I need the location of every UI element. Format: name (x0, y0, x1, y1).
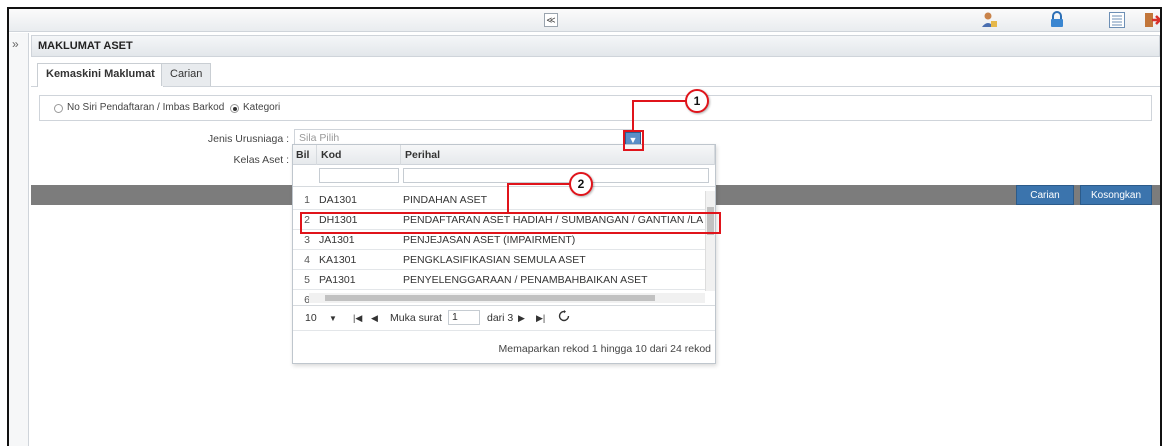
first-page-icon[interactable]: |◀ (353, 313, 362, 324)
callout-2-connector-horizontal (507, 183, 571, 185)
jenis-urusniaga-label: Jenis Urusniaga : (207, 133, 289, 145)
cell-perihal: PINDAHAN ASET (403, 194, 488, 206)
kosongkan-button[interactable]: Kosongkan (1080, 185, 1152, 205)
cell-bil: 5 (304, 274, 310, 286)
lock-icon[interactable] (1048, 11, 1066, 29)
page-total-label: dari 3 (487, 312, 514, 324)
horizontal-scroll-thumb[interactable] (325, 295, 655, 301)
cell-bil: 4 (304, 254, 310, 266)
cell-perihal: PENGKLASIFIKASIAN SEMULA ASET (403, 254, 586, 266)
radio-no-siri-label: No Siri Pendaftaran / Imbas Barkod (67, 102, 225, 113)
callout-1-connector-horizontal (632, 100, 687, 102)
cell-kod: DA1301 (319, 194, 357, 206)
cell-kod: PA1301 (319, 274, 356, 286)
perihal-filter-input[interactable] (403, 168, 709, 183)
grid-body: 1 DA1301 PINDAHAN ASET 2 DH1301 PENDAFTA… (293, 191, 705, 303)
table-row[interactable]: 1 DA1301 PINDAHAN ASET (293, 191, 705, 210)
jenis-urusniaga-dropdown-grid: Bil Kod Perihal 1 DA1301 PINDAHAN ASET 2… (292, 144, 716, 364)
table-row[interactable]: 5 PA1301 PENYELENGGARAAN / PENAMBAHBAIKA… (293, 271, 705, 290)
top-toolbar: ≪ (9, 9, 1160, 32)
left-sidebar-strip: » (9, 33, 29, 446)
panel-title: MAKLUMAT ASET (31, 35, 1160, 57)
radio-kategori[interactable] (230, 104, 239, 113)
carian-button[interactable]: Carian (1016, 185, 1074, 205)
callout-2-connector-vertical (507, 183, 509, 213)
callout-badge-1: 1 (685, 89, 709, 113)
radio-kategori-label: Kategori (243, 102, 281, 113)
filter-row (293, 165, 715, 187)
user-icon[interactable] (980, 11, 998, 29)
caret-down-icon[interactable]: ▼ (329, 314, 337, 323)
collapse-header-button[interactable]: ≪ (544, 13, 558, 27)
last-page-icon[interactable]: ▶| (536, 313, 545, 324)
highlight-dropdown-button (623, 130, 644, 151)
next-page-icon[interactable]: ▶ (518, 313, 525, 324)
grid-header: Bil Kod Perihal (293, 145, 715, 165)
column-header-bil[interactable]: Bil (293, 145, 317, 165)
pager: 10 ▼ |◀ ◀ Muka surat 1 dari 3 ▶ ▶| (293, 305, 715, 331)
kod-filter-input[interactable] (319, 168, 399, 183)
app-window: ≪ » MAKLUMAT ASET Kemaskini Maklumat Car… (7, 7, 1162, 446)
kelas-aset-label: Kelas Aset : (233, 154, 289, 166)
highlight-selected-row (300, 212, 721, 234)
callout-badge-2: 2 (569, 172, 593, 196)
cell-perihal: PENYELENGGARAAN / PENAMBAHBAIKAN ASET (403, 274, 648, 286)
column-header-perihal[interactable]: Perihal (401, 145, 715, 165)
refresh-icon[interactable] (558, 310, 570, 322)
callout-1-connector-vertical (632, 100, 634, 131)
logout-icon[interactable] (1143, 11, 1161, 29)
cell-bil: 1 (304, 194, 310, 206)
vertical-scrollbar[interactable] (705, 191, 715, 291)
radio-no-siri[interactable] (54, 104, 63, 113)
tab-bar: Kemaskini Maklumat Carian (31, 57, 1160, 87)
page-size-select[interactable]: 10 (305, 312, 317, 324)
tab-kemaskini-maklumat[interactable]: Kemaskini Maklumat (37, 63, 164, 87)
record-count-text: Memaparkan rekod 1 hingga 10 dari 24 rek… (498, 343, 711, 355)
muka-surat-label: Muka surat (390, 312, 442, 324)
page-number-input[interactable]: 1 (448, 310, 480, 325)
previous-page-icon[interactable]: ◀ (371, 313, 378, 324)
cell-kod: KA1301 (319, 254, 357, 266)
search-mode-group: No Siri Pendaftaran / Imbas Barkod Kateg… (39, 95, 1152, 121)
column-header-kod[interactable]: Kod (317, 145, 401, 165)
table-row[interactable]: 4 KA1301 PENGKLASIFIKASIAN SEMULA ASET (293, 251, 705, 270)
tab-carian[interactable]: Carian (161, 63, 212, 86)
expand-sidebar-icon[interactable]: » (12, 37, 19, 51)
list-icon[interactable] (1108, 11, 1126, 29)
horizontal-scrollbar[interactable] (309, 293, 705, 303)
